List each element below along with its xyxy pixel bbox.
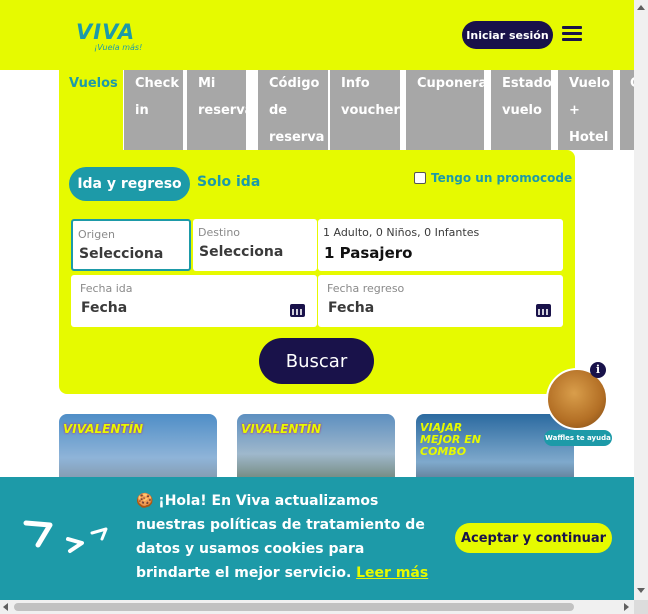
scroll-left-icon[interactable] [3, 603, 8, 611]
one-way-toggle[interactable]: Solo ida [197, 174, 260, 190]
scrollbar-thumb[interactable] [14, 603, 574, 611]
destination-value: Selecciona [199, 244, 284, 260]
tab-estado-vuelo[interactable]: Estado vuelo [491, 70, 552, 150]
calendar-icon[interactable] [536, 304, 551, 317]
tab-mi-reserva[interactable]: Mi reserva [187, 70, 253, 150]
chat-assistant[interactable]: i Waffles te ayuda [544, 362, 614, 446]
login-button[interactable]: Iniciar sesión [462, 21, 553, 49]
cookie-message: 🍪 ¡Hola! En Viva actualizamos nuestras p… [136, 489, 436, 585]
booking-panel: Ida y regreso Solo ida Tengo un promocod… [59, 150, 575, 394]
tab-more[interactable]: C [620, 70, 634, 150]
scroll-up-icon[interactable] [637, 5, 645, 10]
scroll-down-icon[interactable] [637, 588, 645, 593]
promo-card-tag: VIVALENTÍN [241, 422, 322, 436]
logo-tagline: ¡Vuela más! [94, 43, 143, 52]
passengers-field[interactable]: 1 Adulto, 0 Niños, 0 Infantes 1 Pasajero [318, 219, 563, 271]
viva-logo[interactable]: VIVA ¡Vuela más! [76, 20, 146, 56]
info-icon[interactable]: i [590, 362, 606, 378]
vertical-scrollbar[interactable] [634, 0, 648, 600]
tab-check-in[interactable]: Check in [124, 70, 183, 150]
departure-date-value: Fecha [81, 300, 128, 316]
return-date-field[interactable]: Fecha regreso Fecha [318, 275, 563, 327]
departure-date-field[interactable]: Fecha ida Fecha [71, 275, 317, 327]
tab-vuelo-hotel[interactable]: Vuelo + Hotel [558, 70, 613, 150]
tab-codigo-reserva[interactable]: Código de reserva [258, 70, 328, 150]
logo-wordmark: VIVA [76, 20, 136, 44]
menu-icon[interactable] [562, 26, 582, 42]
origin-label: Origen [78, 228, 115, 241]
accept-cookies-button[interactable]: Aceptar y continuar [455, 523, 612, 553]
horizontal-scrollbar[interactable] [0, 600, 634, 614]
promo-card-tag: VIVALENTÍN [63, 422, 144, 436]
search-button[interactable]: Buscar [259, 338, 374, 384]
read-more-link[interactable]: Leer más [356, 565, 428, 581]
assistant-help-label[interactable]: Waffles te ayuda [544, 430, 612, 446]
calendar-icon[interactable] [290, 304, 305, 317]
promocode-option[interactable]: Tengo un promocode [414, 171, 572, 185]
return-date-value: Fecha [328, 300, 375, 316]
tab-vuelos[interactable]: Vuelos [59, 70, 123, 150]
round-trip-toggle[interactable]: Ida y regreso [69, 167, 190, 201]
destination-field[interactable]: Destino Selecciona [193, 219, 317, 271]
scrollbar-corner [634, 600, 648, 614]
origin-value: Selecciona [79, 246, 164, 262]
passengers-value: 1 Pasajero [324, 244, 413, 262]
return-date-label: Fecha regreso [327, 282, 405, 295]
departure-date-label: Fecha ida [80, 282, 133, 295]
tab-info-voucher[interactable]: Info voucher [330, 70, 400, 150]
site-header: VIVA ¡Vuela más! Iniciar sesión [0, 0, 634, 70]
service-tabs: Vuelos Check in Mi reserva Código de res… [59, 70, 634, 150]
promo-card-tag: VIAJAR MEJOR EN COMBO [420, 421, 481, 458]
passengers-breakdown: 1 Adulto, 0 Niños, 0 Infantes [323, 226, 480, 239]
cookie-banner: 🍪 ¡Hola! En Viva actualizamos nuestras p… [0, 477, 634, 600]
promocode-label: Tengo un promocode [431, 171, 573, 185]
scroll-right-icon[interactable] [624, 603, 629, 611]
viva-swoosh-icon [23, 520, 108, 553]
origin-field[interactable]: Origen Selecciona [71, 219, 191, 271]
destination-label: Destino [198, 226, 241, 239]
tab-cuponera[interactable]: Cuponera [406, 70, 487, 150]
promocode-checkbox[interactable] [414, 172, 426, 184]
